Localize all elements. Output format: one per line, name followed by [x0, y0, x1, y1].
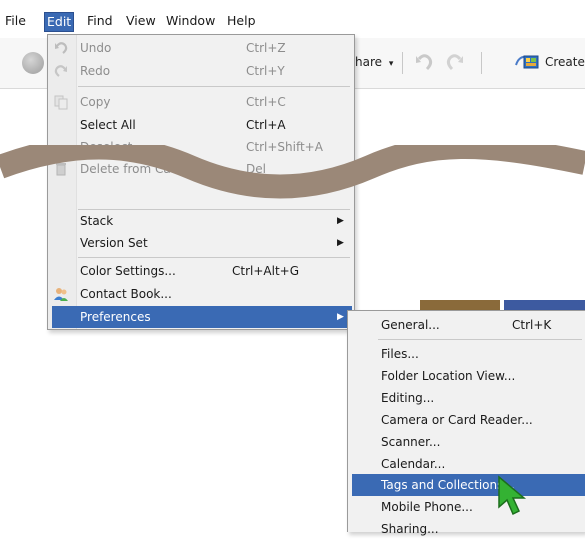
menu-bar: File Edit Find View Window Help — [0, 0, 585, 38]
menu-separator — [78, 86, 350, 87]
submenu-item-camera-or-card-reader[interactable]: Camera or Card Reader... — [348, 409, 585, 431]
menu-item-label: Folder Location View... — [381, 369, 516, 383]
menu-item-shortcut: Ctrl+A — [246, 118, 286, 132]
share-label: hare — [355, 55, 383, 69]
menu-item-shortcut: Ctrl+K — [512, 318, 552, 332]
menu-item-shortcut: Ctrl+Alt+G — [232, 264, 300, 278]
copy-icon — [54, 95, 68, 110]
menu-item-label: Version Set — [80, 236, 148, 250]
menu-item-label: Editing... — [381, 391, 435, 405]
menu-item-copy[interactable]: Copy Ctrl+C — [48, 91, 354, 113]
toolbar-divider — [402, 52, 403, 74]
menu-item-shortcut: Ctrl+Y — [246, 64, 285, 78]
menu-find[interactable]: Find — [85, 12, 115, 30]
menu-help[interactable]: Help — [225, 12, 258, 30]
menu-separator — [78, 257, 350, 258]
mouse-pointer-icon — [498, 475, 527, 516]
toolbar-divider — [481, 52, 482, 74]
menu-item-label: Contact Book... — [80, 287, 172, 301]
menu-edit[interactable]: Edit — [44, 12, 75, 32]
menu-item-contact-book[interactable]: Contact Book... — [48, 283, 354, 305]
submenu-arrow-icon: ▶ — [337, 312, 344, 322]
submenu-item-tags-and-collections[interactable]: Tags and Collections... — [352, 474, 585, 496]
undo-icon — [55, 42, 68, 54]
wave-divider — [0, 145, 585, 199]
menu-item-label: Redo — [80, 64, 111, 78]
menu-item-version-set[interactable]: Version Set ▶ — [48, 232, 354, 254]
menu-item-label: Undo — [80, 41, 112, 55]
submenu-item-files[interactable]: Files... — [348, 343, 585, 365]
menu-item-label: Select All — [80, 118, 136, 132]
menu-item-label: Mobile Phone... — [381, 500, 473, 514]
menu-item-label: Files... — [381, 347, 419, 361]
menu-item-label: Color Settings... — [80, 264, 176, 278]
menu-item-label: General... — [381, 318, 440, 332]
redo-toolbar-icon[interactable] — [444, 51, 466, 73]
menu-item-redo[interactable]: Redo Ctrl+Y — [48, 60, 354, 82]
menu-view[interactable]: View — [124, 12, 158, 30]
undo-toolbar-icon[interactable] — [413, 51, 435, 73]
share-dropdown-icon: ▾ — [388, 59, 394, 69]
submenu-item-scanner[interactable]: Scanner... — [348, 431, 585, 453]
submenu-item-mobile-phone[interactable]: Mobile Phone... — [348, 496, 585, 518]
menu-item-preferences[interactable]: Preferences ▶ — [52, 306, 352, 328]
submenu-item-folder-location-view[interactable]: Folder Location View... — [348, 365, 585, 387]
menu-item-label: Stack — [80, 214, 114, 228]
menu-item-color-settings[interactable]: Color Settings... Ctrl+Alt+G — [48, 260, 354, 282]
create-label[interactable]: Create — [545, 55, 585, 69]
submenu-item-calendar[interactable]: Calendar... — [348, 453, 585, 475]
menu-item-label: Preferences — [80, 310, 151, 324]
submenu-arrow-icon: ▶ — [337, 238, 344, 248]
menu-item-label: Calendar... — [381, 457, 446, 471]
share-button[interactable]: hare ▾ — [355, 55, 393, 69]
submenu-arrow-icon: ▶ — [337, 216, 344, 226]
menu-item-label: Copy — [80, 95, 111, 109]
menu-window[interactable]: Window — [164, 12, 217, 30]
menu-item-shortcut: Ctrl+Z — [246, 41, 286, 55]
menu-item-select-all[interactable]: Select All Ctrl+A — [48, 114, 354, 136]
back-nav-icon[interactable] — [22, 52, 44, 74]
submenu-item-general[interactable]: General... Ctrl+K — [348, 314, 585, 336]
submenu-item-editing[interactable]: Editing... — [348, 387, 585, 409]
redo-icon — [54, 65, 67, 77]
menu-item-label: Camera or Card Reader... — [381, 413, 533, 427]
contact-book-icon — [54, 288, 68, 301]
submenu-item-sharing[interactable]: Sharing... — [348, 518, 585, 540]
menu-item-undo[interactable]: Undo Ctrl+Z — [48, 37, 354, 59]
menu-item-label: Scanner... — [381, 435, 441, 449]
menu-item-label: Tags and Collections... — [381, 478, 515, 492]
menu-item-shortcut: Ctrl+C — [246, 95, 286, 109]
preferences-submenu: General... Ctrl+K Files... Folder Locati… — [347, 310, 585, 536]
menu-file[interactable]: File — [3, 12, 28, 30]
menu-item-label: Sharing... — [381, 522, 439, 536]
menu-separator — [378, 339, 582, 340]
create-icon[interactable] — [515, 53, 539, 71]
